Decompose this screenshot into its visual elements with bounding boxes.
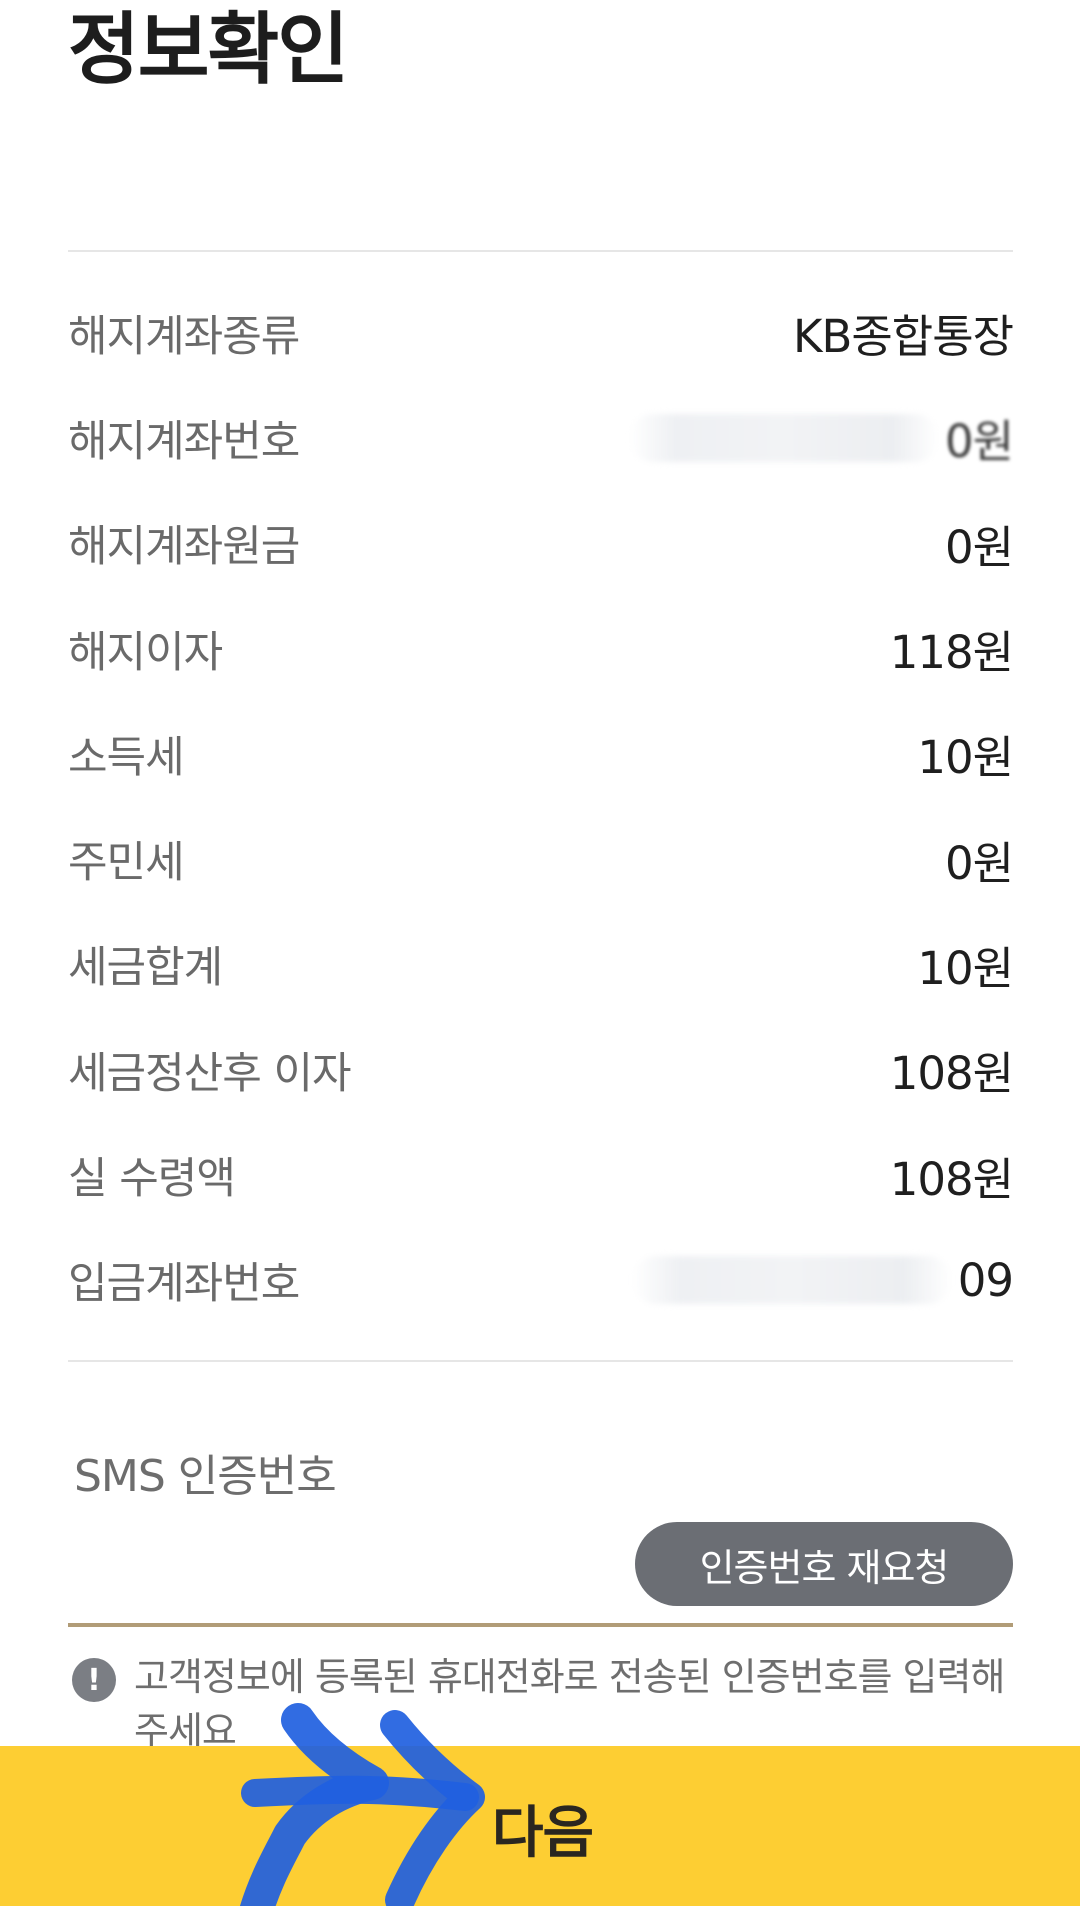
masked-region <box>628 413 939 462</box>
exclamation-icon: ! <box>72 1658 116 1702</box>
top-divider <box>68 250 1013 252</box>
detail-label: 해지계좌번호 <box>68 416 300 467</box>
info-confirm-page: 정보확인 해지계좌종류 KB종합통장 해지계좌번호 0원 해지계좌원금 0원 해… <box>0 0 1080 1906</box>
detail-value: 118원 <box>889 626 1014 680</box>
detail-label: 입금계좌번호 <box>68 1259 300 1310</box>
detail-label: 주민세 <box>68 838 185 889</box>
detail-value: 108원 <box>889 1047 1014 1101</box>
detail-label: 소득세 <box>68 732 185 783</box>
detail-row-principal: 해지계좌원금 0원 <box>68 491 1014 596</box>
detail-value: 108원 <box>889 1152 1014 1206</box>
detail-row-deposit-account: 입금계좌번호 09 <box>68 1228 1014 1333</box>
details-list: 해지계좌종류 KB종합통장 해지계좌번호 0원 해지계좌원금 0원 해지이자 1… <box>68 280 1014 1333</box>
detail-row-account-type: 해지계좌종류 KB종합통장 <box>68 280 1014 385</box>
detail-value: KB종합통장 <box>793 310 1014 364</box>
masked-region <box>631 1256 952 1305</box>
sms-code-input-underline[interactable] <box>68 1623 1013 1627</box>
detail-row-interest: 해지이자 118원 <box>68 596 1014 701</box>
detail-row-income-tax: 소득세 10원 <box>68 701 1014 806</box>
detail-label: 실 수령액 <box>68 1154 236 1205</box>
detail-row-net-amount: 실 수령액 108원 <box>68 1122 1014 1227</box>
detail-row-account-number: 해지계좌번호 0원 <box>68 385 1014 490</box>
detail-value-text: 09 <box>957 1253 1014 1307</box>
page-title: 정보확인 <box>68 5 349 95</box>
detail-label: 세금정산후 이자 <box>68 1048 352 1099</box>
blue-hand-drawn-arrow-icon <box>239 1703 485 1906</box>
detail-value-text: 0원 <box>944 415 1014 469</box>
detail-label: 세금합계 <box>68 943 223 994</box>
detail-value-masked: 09 <box>631 1253 1014 1307</box>
detail-row-after-tax-interest: 세금정산후 이자 108원 <box>68 1017 1014 1122</box>
detail-value: 10원 <box>917 941 1014 995</box>
detail-value-masked: 0원 <box>628 405 1014 470</box>
middle-divider <box>68 1360 1013 1362</box>
detail-row-resident-tax: 주민세 0원 <box>68 806 1014 911</box>
sms-code-label: SMS 인증번호 <box>74 1451 337 1502</box>
detail-value: 10원 <box>917 731 1014 785</box>
detail-row-tax-total: 세금합계 10원 <box>68 912 1014 1017</box>
detail-label: 해지이자 <box>68 627 223 678</box>
detail-label: 해지계좌종류 <box>68 311 300 362</box>
detail-label: 해지계좌원금 <box>68 522 300 573</box>
resend-code-button[interactable]: 인증번호 재요청 <box>635 1522 1013 1606</box>
detail-value: 0원 <box>944 836 1014 890</box>
detail-value: 0원 <box>944 520 1014 574</box>
